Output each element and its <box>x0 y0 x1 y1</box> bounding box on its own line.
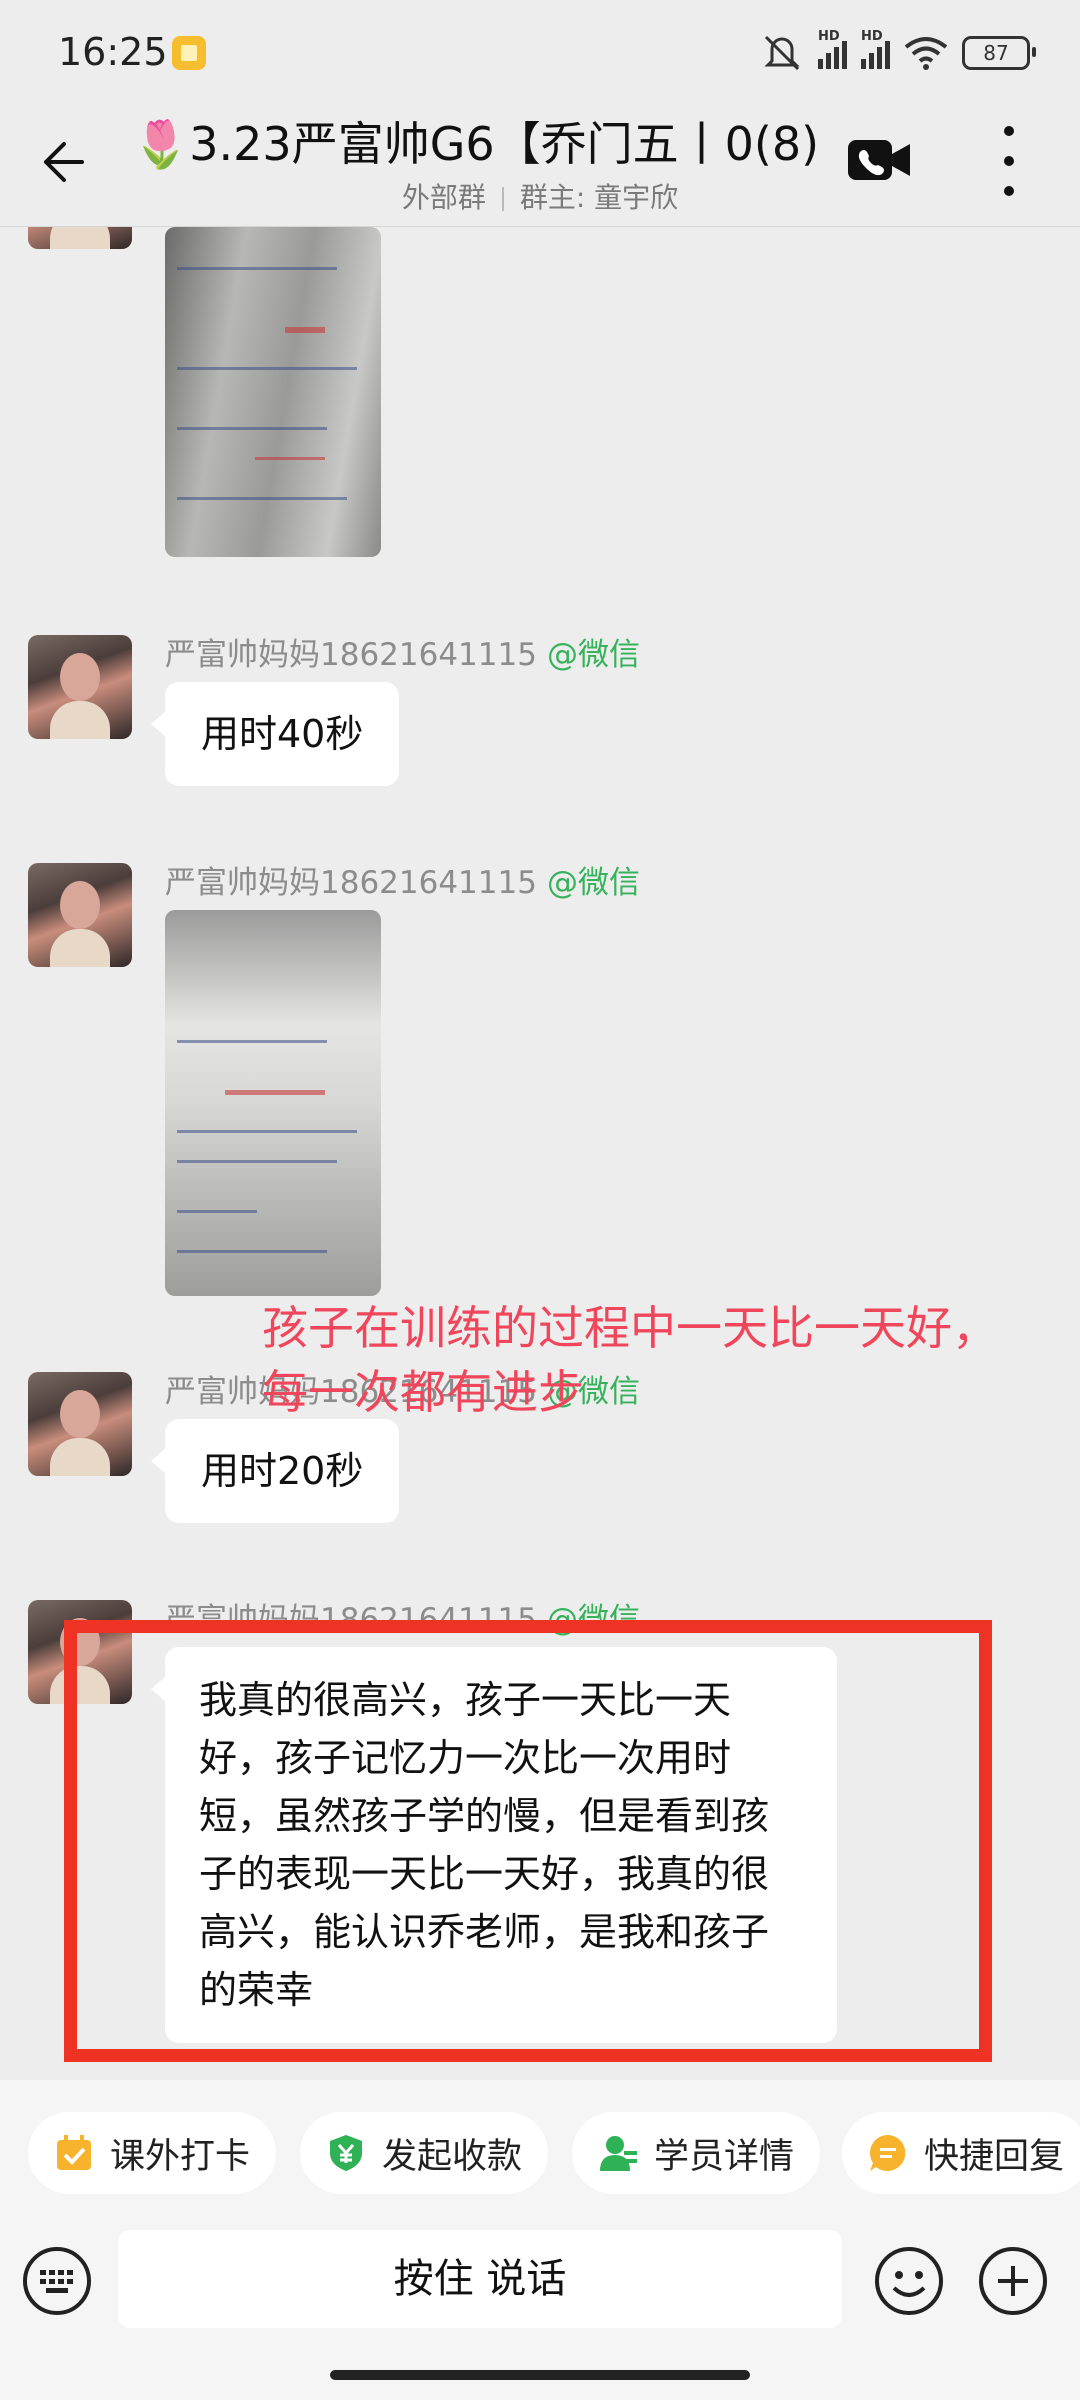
avatar[interactable] <box>28 635 132 739</box>
sender-source-tag: @微信 <box>546 865 640 901</box>
sender-source-tag: @微信 <box>546 637 640 673</box>
more-options-icon[interactable] <box>986 126 1032 196</box>
avatar[interactable] <box>28 863 132 967</box>
quick-action-student-details[interactable]: 学员详情 <box>572 2112 821 2194</box>
sender-name-text: 严富帅妈妈18621641115 <box>165 865 537 901</box>
annotation-line-2: 每一次都有进步 <box>262 1365 584 1419</box>
quick-action-label: 发起收款 <box>382 2136 523 2177</box>
hd-label-2: HD <box>861 29 883 44</box>
image-message[interactable] <box>165 910 381 1296</box>
avatar[interactable] <box>28 1372 132 1476</box>
battery-level: 87 <box>983 41 1009 65</box>
quick-action-label: 课外打卡 <box>110 2136 251 2177</box>
emoji-icon[interactable] <box>874 2246 944 2316</box>
quick-action-quick-reply[interactable]: 快捷回复 <box>842 2112 1080 2194</box>
sender-name: 严富帅妈妈18621641115 @微信 <box>165 857 640 902</box>
sender-name: 严富帅妈妈18621641115 @微信 <box>165 629 640 674</box>
group-owner: 群主: 童宇欣 <box>519 181 679 214</box>
signal-1-icon: HD <box>818 29 847 69</box>
chat-header: 🌷3.23严富帅G6【乔门五丨0(8) 外部群 群主: 童宇欣 <box>0 100 1080 227</box>
yuan-shield-icon <box>330 2135 362 2171</box>
wifi-icon <box>904 37 948 70</box>
notification-app-icon <box>172 36 206 70</box>
quick-action-label: 学员详情 <box>654 2136 795 2177</box>
keyboard-icon[interactable] <box>22 2246 92 2316</box>
hd-label-1: HD <box>818 29 840 44</box>
image-message[interactable] <box>165 227 381 557</box>
hold-to-talk-button[interactable]: 按住 说话 <box>118 2230 842 2328</box>
home-indicator <box>330 2370 750 2380</box>
sender-name-text: 严富帅妈妈18621641115 <box>165 637 537 673</box>
mute-icon <box>764 35 800 71</box>
video-call-icon[interactable] <box>846 130 912 190</box>
quick-action-payment[interactable]: 发起收款 <box>300 2112 549 2194</box>
quick-reply-icon <box>869 2135 906 2171</box>
quick-action-checkin[interactable]: 课外打卡 <box>28 2112 277 2194</box>
calendar-check-icon <box>57 2135 91 2170</box>
status-time: 16:25 <box>58 30 168 74</box>
plus-icon[interactable] <box>978 2246 1048 2316</box>
group-type: 外部群 <box>401 181 486 214</box>
divider <box>501 187 504 211</box>
text-message[interactable]: 用时20秒 <box>150 1419 400 1523</box>
avatar[interactable] <box>28 227 132 249</box>
annotation-text: 孩子在训练的过程中一天比一天好， 每一次都有进步 <box>262 1296 1080 1424</box>
chat-subtitle: 外部群 群主: 童宇欣 <box>0 176 1080 216</box>
highlight-box <box>64 1620 992 2062</box>
quick-action-bar: 课外打卡 发起收款 学员详情 快捷回复 <box>0 2080 1080 2224</box>
student-profile-icon <box>600 2136 637 2171</box>
signal-2-icon: HD <box>861 29 890 69</box>
text-message[interactable]: 用时40秒 <box>150 682 400 786</box>
input-bar: 按住 说话 <box>0 2224 1080 2400</box>
chat-title: 🌷3.23严富帅G6【乔门五丨0(8) <box>132 117 820 171</box>
quick-action-label: 快捷回复 <box>924 2136 1065 2177</box>
annotation-line-1: 孩子在训练的过程中一天比一天好， <box>262 1301 998 1355</box>
battery-icon: 87 <box>962 36 1036 70</box>
status-bar: 16:25 HD HD 87 <box>0 0 1080 100</box>
